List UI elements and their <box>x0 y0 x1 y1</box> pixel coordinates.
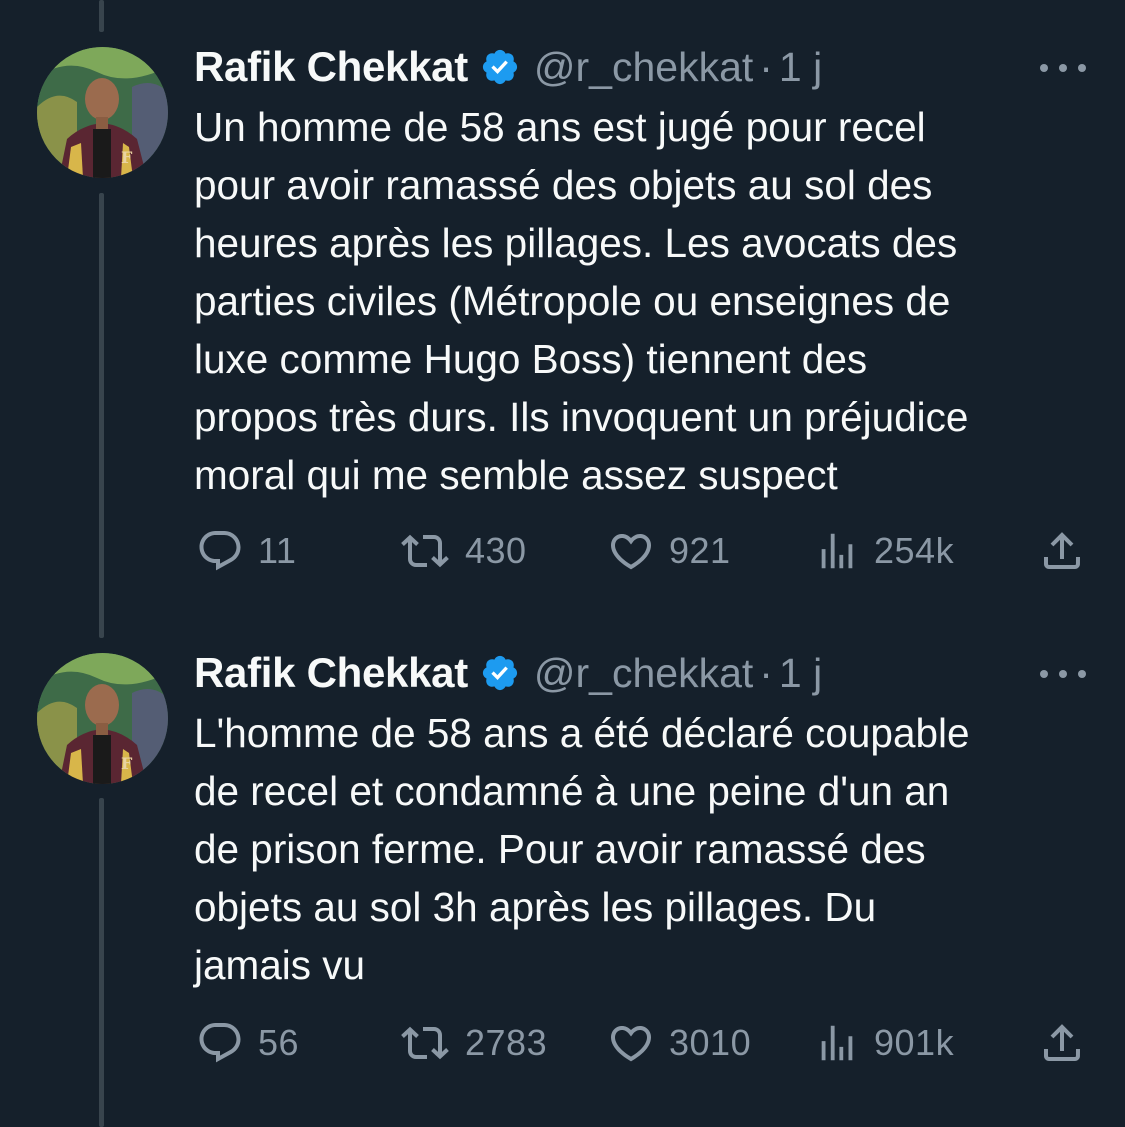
tweet-text: Un homme de 58 ans est jugé pour recel p… <box>194 98 1094 504</box>
share-icon <box>1044 532 1080 569</box>
like-button[interactable]: 3010 <box>607 1018 751 1068</box>
more-options-icon[interactable] <box>1040 56 1086 80</box>
retweet-button[interactable]: 430 <box>399 526 527 576</box>
tweet-text-line: heures après les pillages. Les avocats d… <box>194 220 958 266</box>
heart-icon <box>610 534 652 570</box>
svg-text:F: F <box>121 148 133 167</box>
avatar[interactable]: F <box>37 47 168 178</box>
views-icon <box>821 1025 853 1061</box>
retweet-icon <box>401 1026 449 1060</box>
like-count: 3010 <box>669 1022 752 1063</box>
tweet-text-line: Un homme de 58 ans est jugé pour recel <box>194 104 926 150</box>
share-button[interactable] <box>1038 526 1086 576</box>
retweet-count: 430 <box>465 530 527 571</box>
tweet-text-line: luxe comme Hugo Boss) tiennent des <box>194 336 868 382</box>
verified-badge-icon <box>480 47 520 87</box>
timestamp[interactable]: 1 j <box>779 44 822 91</box>
tweet-2[interactable]: F Rafik Chekkat @r_chekkat · 1 j L'homme… <box>0 606 1125 1127</box>
tweet-1[interactable]: F Rafik Chekkat @r_chekkat · 1 j Un homm… <box>0 0 1125 600</box>
avatar-image: F <box>37 47 168 178</box>
author-handle[interactable]: @r_chekkat <box>534 650 753 697</box>
reply-button[interactable]: 11 <box>196 526 296 576</box>
action-bar: 11 430 921 254k <box>0 526 1125 576</box>
share-button[interactable] <box>1038 1018 1086 1068</box>
views-count: 254k <box>874 530 955 571</box>
tweet-text-line: objets au sol 3h après les pillages. Du <box>194 884 877 930</box>
action-bar: 56 2783 3010 901k <box>0 1018 1125 1068</box>
reply-icon <box>199 1023 241 1063</box>
tweet-header: Rafik Chekkat @r_chekkat · 1 j <box>194 649 822 697</box>
more-options-icon[interactable] <box>1040 662 1086 686</box>
separator-dot: · <box>759 43 773 90</box>
verified-badge-icon <box>480 653 520 693</box>
timestamp[interactable]: 1 j <box>779 650 822 697</box>
views-button[interactable]: 901k <box>814 1018 954 1068</box>
share-icon <box>1044 1024 1080 1061</box>
heart-icon <box>610 1026 652 1062</box>
tweet-text-line: propos très durs. Ils invoquent un préju… <box>194 394 969 440</box>
tweet-text-line: pour avoir ramassé des objets au sol des <box>194 162 933 208</box>
author-name[interactable]: Rafik Chekkat <box>194 43 468 91</box>
tweet-text-line: jamais vu <box>194 942 366 988</box>
like-button[interactable]: 921 <box>607 526 731 576</box>
tweet-header: Rafik Chekkat @r_chekkat · 1 j <box>194 43 822 91</box>
views-button[interactable]: 254k <box>814 526 954 576</box>
avatar-image: F <box>37 653 168 784</box>
reply-button[interactable]: 56 <box>196 1018 299 1068</box>
reply-count: 11 <box>258 530 297 571</box>
reply-icon <box>199 531 241 571</box>
tweet-text-line: de prison ferme. Pour avoir ramassé des <box>194 826 926 872</box>
like-count: 921 <box>669 530 731 571</box>
views-count: 901k <box>874 1022 955 1063</box>
author-handle[interactable]: @r_chekkat <box>534 44 753 91</box>
svg-text:F: F <box>121 754 133 773</box>
tweet-text-line: de recel et condamné à une peine d'un an <box>194 768 950 814</box>
tweet-text-line: parties civiles (Métropole ou enseignes … <box>194 278 951 324</box>
tweet-text-line: moral qui me semble assez suspect <box>194 452 838 498</box>
retweet-count: 2783 <box>465 1022 548 1063</box>
retweet-button[interactable]: 2783 <box>399 1018 547 1068</box>
tweet-text: L'homme de 58 ans a été déclaré coupable… <box>194 704 1094 994</box>
separator-dot: · <box>759 649 773 696</box>
avatar[interactable]: F <box>37 653 168 784</box>
author-name[interactable]: Rafik Chekkat <box>194 649 468 697</box>
retweet-icon <box>401 534 449 568</box>
views-icon <box>821 533 853 569</box>
reply-count: 56 <box>258 1022 300 1063</box>
tweet-text-line: L'homme de 58 ans a été déclaré coupable <box>194 710 970 756</box>
